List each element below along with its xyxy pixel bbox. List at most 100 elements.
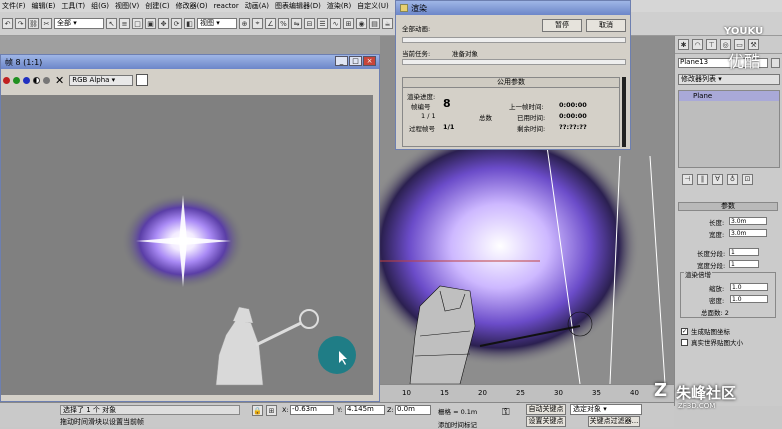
align-icon[interactable]: ⊟ [304, 18, 315, 29]
color-swatch[interactable] [136, 74, 149, 86]
blue-channel-icon[interactable] [23, 76, 30, 84]
select-icon[interactable]: ↖ [106, 18, 117, 29]
density-field[interactable]: 1.0 [730, 295, 768, 303]
pin-stack-icon[interactable]: ⊣ [682, 173, 693, 185]
menu-item[interactable]: 组(G) [91, 1, 109, 11]
length-segs-field[interactable]: 1 [729, 248, 759, 256]
auto-key-button[interactable]: 自动关键点 [526, 404, 566, 415]
link-icon[interactable]: ⛓ [28, 18, 39, 29]
key-filters-button[interactable]: 关键点过滤器... [588, 416, 640, 427]
gen-mapping-row[interactable]: ✓ 生成贴图坐标 [681, 326, 730, 336]
prompt-hint: 拖动时间滑块以设置当前帧 [60, 418, 144, 426]
render-mult-group: 渲染倍增 缩放: 1.0 密度: 1.0 总面数: 2 [680, 269, 776, 318]
scale-icon[interactable]: ◧ [184, 18, 195, 29]
gen-mapping-checkbox[interactable]: ✓ [681, 327, 688, 335]
absolute-mode-icon[interactable]: ⊞ [266, 405, 277, 416]
quick-render-icon[interactable]: ☕ [382, 18, 393, 29]
red-channel-icon[interactable] [3, 76, 10, 84]
minimize-button[interactable]: _ [335, 56, 348, 66]
mirror-icon[interactable]: ⇋ [291, 18, 302, 29]
scale-field[interactable]: 1.0 [730, 283, 768, 291]
length-field[interactable]: 3.0m [729, 217, 767, 225]
set-key-button[interactable]: 设置关键点 [526, 416, 566, 427]
schematic-icon[interactable]: ⊞ [343, 18, 354, 29]
pivot-icon[interactable]: ⊕ [239, 18, 250, 29]
cancel-button[interactable]: 取消 [586, 19, 626, 32]
menu-item[interactable]: 渲染(R) [327, 1, 351, 11]
render-dialog-titlebar[interactable]: 渲染 [396, 1, 630, 15]
angle-snap-icon[interactable]: ∠ [265, 18, 276, 29]
green-channel-icon[interactable] [13, 76, 20, 84]
modify-tab-icon[interactable]: ◠ [692, 39, 703, 50]
layer-icon[interactable]: ☰ [317, 18, 328, 29]
menu-item[interactable]: reactor [214, 2, 239, 10]
length-segs-label: 长度分段: [697, 250, 726, 258]
menu-item[interactable]: 动画(A) [245, 1, 269, 11]
create-tab-icon[interactable]: ✱ [678, 39, 689, 50]
mono-icon[interactable] [43, 76, 50, 84]
percent-snap-icon[interactable]: % [278, 18, 289, 29]
object-color-swatch[interactable] [771, 58, 780, 68]
real-world-checkbox[interactable] [681, 338, 688, 346]
unlink-icon[interactable]: ✂ [41, 18, 52, 29]
menu-item[interactable]: 编辑(E) [32, 1, 56, 11]
undo-icon[interactable]: ↶ [2, 18, 13, 29]
reference-coord-select[interactable]: 视图 ▾ [197, 18, 237, 29]
hierarchy-tab-icon[interactable]: ⊤ [706, 39, 717, 50]
menu-item[interactable]: 创建(C) [145, 1, 169, 11]
maximize-button[interactable]: □ [349, 56, 362, 66]
add-time-tag[interactable]: 添加时间标记 [438, 419, 477, 429]
make-unique-icon[interactable]: ∀ [712, 173, 723, 185]
lock-selection-icon[interactable]: 🔒 [252, 405, 263, 416]
redo-icon[interactable]: ↷ [15, 18, 26, 29]
menu-item[interactable]: 文件(F) [2, 1, 26, 11]
remaining-time-value: ??:??:?? [559, 123, 587, 131]
width-segs-field[interactable]: 1 [729, 260, 759, 268]
scale-label: 缩放: [709, 285, 725, 293]
menu-item[interactable]: 图表编辑器(D) [275, 1, 321, 11]
select-by-name-icon[interactable]: ≡ [119, 18, 130, 29]
menu-item[interactable]: 自定义(U) [357, 1, 389, 11]
x-coord-field[interactable]: -0.63m [290, 405, 334, 415]
timeline-ruler[interactable]: 10 15 20 25 30 35 40 [380, 384, 674, 402]
process-frame-value: 1/1 [443, 123, 455, 131]
width-field[interactable]: 3.0m [729, 229, 767, 237]
frame-image [1, 95, 373, 395]
timeline-tick-label: 30 [554, 389, 563, 397]
close-button[interactable]: × [363, 56, 376, 66]
selection-filter-select[interactable]: 全部 ▾ [54, 18, 104, 29]
frame-window-titlebar[interactable]: 帧 8 (1:1) [1, 55, 379, 69]
modifier-list-select[interactable]: 修改器列表 ▾ [678, 74, 780, 85]
channel-select[interactable]: RGB Alpha ▾ [69, 74, 134, 86]
move-icon[interactable]: ✥ [158, 18, 169, 29]
curve-editor-icon[interactable]: ∿ [330, 18, 341, 29]
material-editor-icon[interactable]: ◉ [356, 18, 367, 29]
key-selection-select[interactable]: 选定对象 ▾ [570, 404, 642, 415]
window-crossing-icon[interactable]: ▣ [145, 18, 156, 29]
menu-bar: 文件(F) 编辑(E) 工具(T) 组(G) 视图(V) 创建(C) 修改器(O) react… [0, 0, 782, 12]
dialog-scrollbar[interactable] [622, 77, 626, 147]
last-frame-time-value: 0:00:00 [559, 101, 587, 109]
render-progress-dialog[interactable]: 渲染 全部动画: 暂停 取消 当前任务: 准备对象 公用参数 渲染进度: 帧编号… [395, 0, 631, 150]
alpha-channel-icon[interactable] [33, 76, 40, 84]
snap-icon[interactable]: ⌖ [252, 18, 263, 29]
remove-modifier-icon[interactable]: ♁ [727, 173, 738, 185]
modifier-stack-item[interactable]: Plane [679, 91, 779, 101]
menu-item[interactable]: 工具(T) [61, 1, 85, 11]
rendered-frame-window[interactable]: 帧 8 (1:1) _ □ × ✕ RGB Alpha ▾ [0, 54, 380, 402]
render-setup-icon[interactable]: ▤ [369, 18, 380, 29]
real-world-row[interactable]: 真实世界贴图大小 [681, 337, 743, 347]
configure-sets-icon[interactable]: ⊡ [742, 173, 753, 185]
z-coord-field[interactable]: 0.0m [395, 405, 431, 415]
common-params-header[interactable]: 公用参数 [403, 78, 619, 88]
rect-select-icon[interactable]: □ [132, 18, 143, 29]
pause-button[interactable]: 暂停 [542, 19, 582, 32]
menu-item[interactable]: 修改器(O) [176, 1, 208, 11]
timeline-tick-label: 40 [630, 389, 639, 397]
menu-item[interactable]: 视图(V) [115, 1, 139, 11]
clear-icon[interactable]: ✕ [55, 74, 64, 87]
rotate-icon[interactable]: ⟳ [171, 18, 182, 29]
parameters-rollout-header[interactable]: 参数 [678, 202, 778, 211]
y-coord-field[interactable]: 4.145m [345, 405, 385, 415]
show-end-result-icon[interactable]: ∥ [697, 173, 708, 185]
